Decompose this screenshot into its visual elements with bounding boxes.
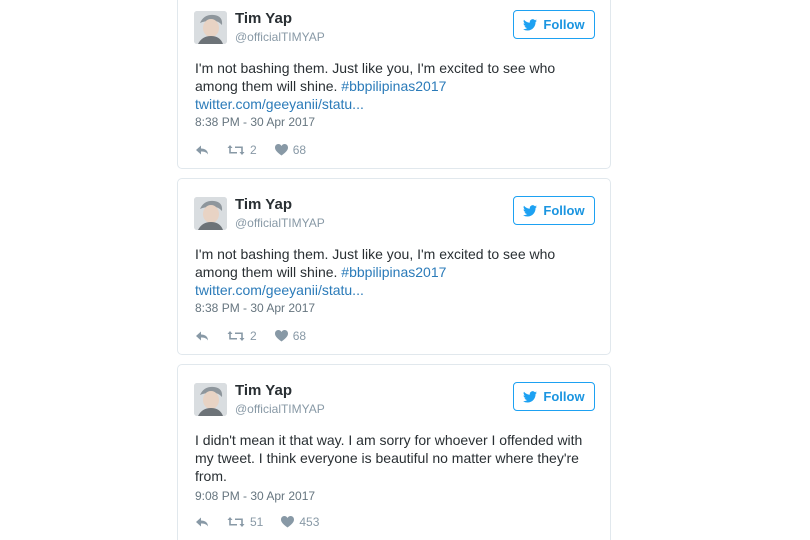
reply-icon <box>195 144 209 156</box>
tweet-actions: 2 68 <box>195 329 324 343</box>
follow-label: Follow <box>543 17 585 32</box>
retweet-icon <box>227 330 245 342</box>
user-name[interactable]: Tim Yap <box>235 382 292 399</box>
tweet-card: Tim Yap @officialTIMYAP Follow I'm not b… <box>177 0 611 169</box>
tweet-timestamp[interactable]: 9:08 PM - 30 Apr 2017 <box>195 489 315 503</box>
follow-button[interactable]: Follow <box>513 10 595 39</box>
tweet-timestamp[interactable]: 8:38 PM - 30 Apr 2017 <box>195 115 315 129</box>
retweet-icon <box>227 516 245 528</box>
user-name[interactable]: Tim Yap <box>235 10 292 27</box>
retweet-button[interactable]: 2 <box>227 329 257 343</box>
retweet-count: 2 <box>250 143 257 157</box>
twitter-bird-icon <box>523 18 538 31</box>
tweet-actions: 51 453 <box>195 515 337 529</box>
status-link[interactable]: twitter.com/geeyanii/statu... <box>195 95 595 113</box>
tweet-card: Tim Yap @officialTIMYAP Follow I'm not b… <box>177 178 611 355</box>
reply-icon <box>195 330 209 342</box>
tweet-body: I didn't mean it that way. I am sorry fo… <box>195 432 583 484</box>
reply-button[interactable] <box>195 516 209 528</box>
tweet-actions: 2 68 <box>195 143 324 157</box>
hashtag-link[interactable]: #bbpilipinas2017 <box>341 264 446 280</box>
tweet-feed: Tim Yap @officialTIMYAP Follow I'm not b… <box>0 0 810 540</box>
like-button[interactable]: 68 <box>274 329 307 343</box>
heart-icon <box>281 516 295 528</box>
like-count: 68 <box>292 329 307 343</box>
heart-icon <box>274 330 288 342</box>
follow-button[interactable]: Follow <box>513 196 595 225</box>
user-handle[interactable]: @officialTIMYAP <box>235 402 325 416</box>
retweet-button[interactable]: 2 <box>227 143 257 157</box>
follow-button[interactable]: Follow <box>513 382 595 411</box>
follow-label: Follow <box>543 389 585 404</box>
retweet-count: 2 <box>250 329 257 343</box>
reply-button[interactable] <box>195 330 209 342</box>
retweet-icon <box>227 144 245 156</box>
hashtag-link[interactable]: #bbpilipinas2017 <box>341 78 446 94</box>
like-count: 453 <box>299 515 320 529</box>
reply-icon <box>195 516 209 528</box>
user-name[interactable]: Tim Yap <box>235 196 292 213</box>
avatar[interactable] <box>194 383 227 416</box>
tweet-text: I'm not bashing them. Just like you, I'm… <box>195 245 595 299</box>
like-button[interactable]: 453 <box>281 515 319 529</box>
like-button[interactable]: 68 <box>274 143 307 157</box>
like-count: 68 <box>292 143 307 157</box>
reply-button[interactable] <box>195 144 209 156</box>
tweet-timestamp[interactable]: 8:38 PM - 30 Apr 2017 <box>195 301 315 315</box>
twitter-bird-icon <box>523 390 538 403</box>
heart-icon <box>274 144 288 156</box>
retweet-button[interactable]: 51 <box>227 515 263 529</box>
status-link[interactable]: twitter.com/geeyanii/statu... <box>195 281 595 299</box>
twitter-bird-icon <box>523 204 538 217</box>
follow-label: Follow <box>543 203 585 218</box>
user-handle[interactable]: @officialTIMYAP <box>235 216 325 230</box>
tweet-text: I'm not bashing them. Just like you, I'm… <box>195 59 595 113</box>
avatar[interactable] <box>194 11 227 44</box>
retweet-count: 51 <box>250 515 264 529</box>
user-handle[interactable]: @officialTIMYAP <box>235 30 325 44</box>
avatar[interactable] <box>194 197 227 230</box>
tweet-card: Tim Yap @officialTIMYAP Follow I didn't … <box>177 364 611 540</box>
tweet-text: I didn't mean it that way. I am sorry fo… <box>195 431 595 485</box>
